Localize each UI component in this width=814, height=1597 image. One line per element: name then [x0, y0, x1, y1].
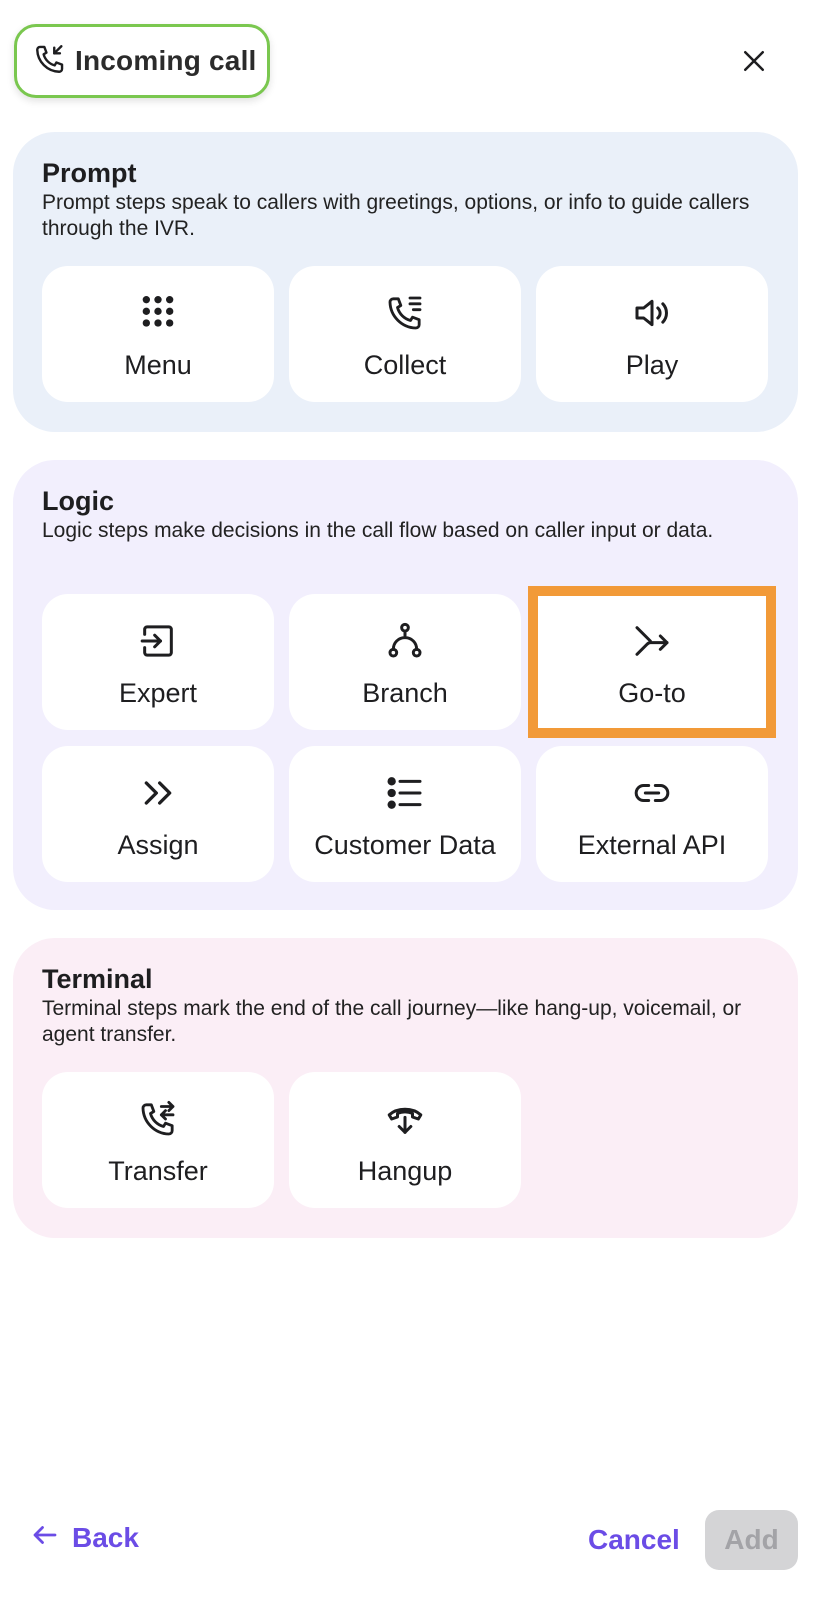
section-description: Terminal steps mark the end of the call …: [42, 997, 742, 1046]
step-tile-transfer[interactable]: Transfer: [42, 1072, 274, 1208]
step-tile-collect[interactable]: Collect: [289, 266, 521, 402]
double-chevron-icon: [138, 769, 178, 818]
link-icon: [632, 769, 672, 818]
close-button[interactable]: [734, 43, 774, 83]
footer-bar: Back Cancel Add: [0, 1510, 814, 1580]
back-label: Back: [72, 1521, 139, 1553]
step-tile-external-api[interactable]: External API: [536, 746, 768, 882]
step-tile-expert[interactable]: Expert: [42, 594, 274, 730]
tile-label: Branch: [362, 677, 448, 708]
tile-label: Play: [625, 349, 679, 380]
terminal-section: Terminal Terminal steps mark the end of …: [13, 938, 798, 1238]
tile-label: Collect: [363, 349, 447, 380]
section-title: Prompt: [42, 158, 137, 188]
step-tile-customer-data[interactable]: Customer Data: [289, 746, 521, 882]
speaker-icon: [632, 289, 672, 338]
tile-label: Menu: [124, 349, 192, 380]
tile-label: Assign: [117, 829, 199, 860]
keypad-icon: [138, 289, 178, 338]
incoming-call-icon: [33, 42, 67, 81]
phone-transfer-icon: [138, 1095, 178, 1144]
incoming-call-title: Incoming call: [75, 45, 257, 76]
back-button[interactable]: Back: [30, 1520, 139, 1555]
incoming-call-chip[interactable]: Incoming call: [14, 24, 270, 98]
add-button[interactable]: Add: [705, 1510, 798, 1570]
tile-label: External API: [577, 829, 727, 860]
cancel-button[interactable]: Cancel: [588, 1524, 680, 1556]
step-tile-assign[interactable]: Assign: [42, 746, 274, 882]
expert-enter-icon: [138, 617, 178, 666]
tile-label: Expert: [118, 677, 198, 708]
close-icon: [739, 46, 769, 81]
prompt-section: Prompt Prompt steps speak to callers wit…: [13, 132, 798, 432]
hangup-icon: [385, 1095, 425, 1144]
tile-label: Go-to: [618, 677, 686, 708]
arrow-left-icon: [30, 1520, 60, 1555]
step-tile-hangup[interactable]: Hangup: [289, 1072, 521, 1208]
section-description: Prompt steps speak to callers with greet…: [42, 191, 750, 240]
step-tile-goto[interactable]: Go-to: [528, 586, 776, 738]
logic-section: Logic Logic steps make decisions in the …: [13, 460, 798, 910]
tile-label: Customer Data: [314, 829, 496, 860]
tile-label: Hangup: [357, 1155, 453, 1186]
step-tile-menu[interactable]: Menu: [42, 266, 274, 402]
branch-icon: [385, 617, 425, 666]
step-tile-play[interactable]: Play: [536, 266, 768, 402]
goto-arrow-icon: [632, 617, 672, 666]
section-title: Logic: [42, 486, 114, 516]
list-icon: [385, 769, 425, 818]
phone-list-icon: [385, 289, 425, 338]
step-tile-branch[interactable]: Branch: [289, 594, 521, 730]
section-description: Logic steps make decisions in the call f…: [42, 519, 714, 542]
section-title: Terminal: [42, 964, 153, 994]
tile-label: Transfer: [108, 1155, 208, 1186]
